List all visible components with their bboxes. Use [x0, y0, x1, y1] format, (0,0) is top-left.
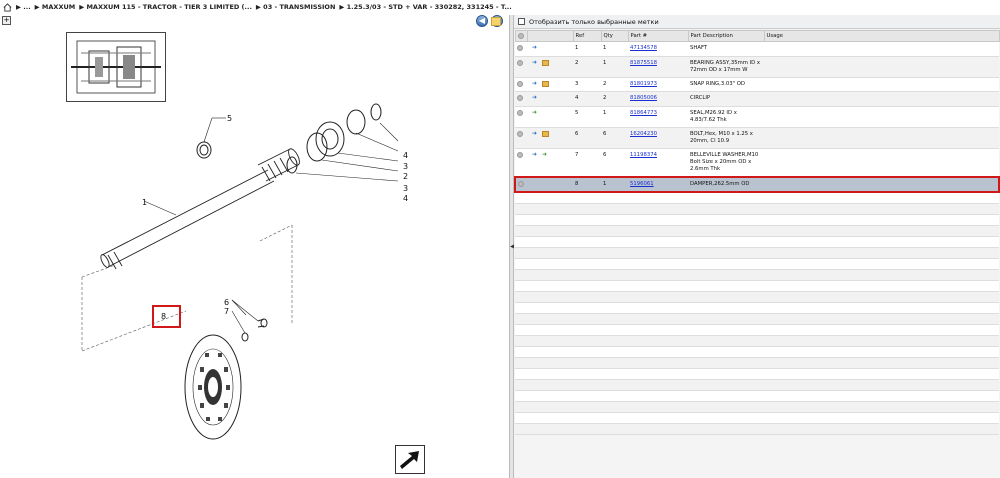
- usage-cell: [764, 41, 999, 57]
- callout-label: 3: [403, 184, 408, 193]
- breadcrumb-item[interactable]: ▶ 03 - TRANSMISSION: [256, 3, 335, 11]
- qty-cell: 6: [601, 127, 628, 149]
- description-cell: DAMPER,262.5mm OD: [688, 175, 764, 193]
- description-cell: SEAL,M26.92 ID x 4.83/7.62 Thk: [688, 106, 764, 128]
- part-number-link[interactable]: 81801973: [630, 81, 657, 87]
- usage-cell: [764, 175, 1000, 193]
- description-cell: BEARING ASSY,35mm ID x 72mm OD x 17mm W: [688, 56, 764, 78]
- breadcrumb: ▶ ... ▶ MAXXUM ▶ MAXXUM 115 - TRACTOR - …: [0, 0, 1000, 14]
- arrow-icon: ➜: [532, 94, 538, 101]
- col-description[interactable]: Part Description: [687, 30, 765, 42]
- select-all-header[interactable]: [514, 30, 528, 42]
- add-icon[interactable]: [517, 95, 523, 101]
- ref-cell: 4: [573, 91, 601, 107]
- arrow-icon: ➜: [532, 150, 538, 158]
- qty-cell: 6: [601, 148, 628, 177]
- breadcrumb-item[interactable]: ▶ 1.25.3/03 - STD + VAR - 330282, 331245…: [339, 3, 511, 11]
- table-row[interactable]: ➜ 2 1 81875518 BEARING ASSY,35mm ID x 72…: [515, 56, 999, 78]
- ref-cell: 2: [573, 56, 601, 78]
- col-ref[interactable]: Ref: [572, 30, 602, 42]
- filter-label: Отобразить только выбранные метки: [529, 17, 659, 26]
- part-number-link[interactable]: 11198374: [630, 152, 657, 158]
- usage-cell: [764, 91, 999, 107]
- filter-checkbox[interactable]: [518, 18, 525, 25]
- arrow-icon: ➜: [532, 79, 538, 87]
- arrow-icon: ➜: [532, 44, 538, 51]
- ref-cell: 6: [573, 127, 601, 149]
- table-row[interactable]: ➜ 1 1 47134578 SHAFT: [515, 41, 999, 57]
- qty-cell: 1: [601, 106, 628, 128]
- table-row[interactable]: ➜ ➜ 7 6 11198374 BELLEVILLE WASHER,M10 Bo…: [515, 148, 999, 177]
- col-usage[interactable]: Usage: [763, 30, 1000, 42]
- qty-cell: 2: [601, 91, 628, 107]
- add-icon[interactable]: [517, 80, 523, 87]
- ref-cell: 5: [573, 106, 601, 128]
- description-cell: CIRCLIP: [688, 91, 764, 107]
- qty-cell: 1: [601, 56, 628, 78]
- ref-cell: 8: [573, 175, 601, 193]
- callout-label: 3: [403, 162, 408, 171]
- part-number-link[interactable]: 81875518: [630, 60, 657, 66]
- callout-label: 1: [142, 198, 147, 207]
- callout-label: 2: [403, 172, 408, 181]
- usage-cell: [764, 56, 999, 78]
- description-cell: BOLT,Hex, M10 x 1.25 x 20mm, Cl 10.9: [688, 127, 764, 149]
- table-row[interactable]: ➜ 6 6 16204230 BOLT,Hex, M10 x 1.25 x 20…: [515, 127, 999, 149]
- part-number-link[interactable]: 81864773: [630, 110, 657, 116]
- next-page-arrow-icon[interactable]: [395, 445, 425, 474]
- ref-cell: 1: [573, 41, 601, 57]
- diagram-panel: + 1 2 3 4 5 3 4 6 7 8: [0, 15, 509, 478]
- package-icon: [542, 80, 549, 87]
- col-qty[interactable]: Qty: [600, 30, 629, 42]
- arrow-icon: ➜: [532, 129, 538, 137]
- callout-8-highlight[interactable]: [152, 305, 181, 328]
- breadcrumb-item[interactable]: ▶ MAXXUM: [35, 3, 76, 11]
- parts-table: Ref Qty Part # Part Description Usage ➜ …: [514, 30, 1000, 435]
- qty-cell: 1: [601, 175, 628, 193]
- breadcrumb-item[interactable]: ▶ MAXXUM 115 - TRACTOR - TIER 3 LIMITED …: [79, 3, 252, 11]
- package-icon: [542, 130, 549, 137]
- ref-cell: 7: [573, 148, 601, 177]
- qty-cell: 1: [601, 41, 628, 57]
- usage-cell: [764, 77, 999, 92]
- callout-label: 4: [403, 151, 408, 160]
- green-arrow-icon: ➜: [532, 108, 538, 116]
- qty-cell: 2: [601, 77, 628, 92]
- table-row[interactable]: ➜ 3 2 81801973 SNAP RING,3.03" OD: [515, 77, 999, 92]
- col-part[interactable]: Part #: [627, 30, 689, 42]
- callout-label: 6: [224, 298, 229, 307]
- table-row[interactable]: ➜ 5 1 81864773 SEAL,M26.92 ID x 4.83/7.6…: [515, 106, 999, 128]
- usage-cell: [764, 148, 999, 177]
- callout-label: 7: [224, 307, 229, 316]
- green-arrow-icon: ➜: [542, 150, 548, 158]
- part-number-link[interactable]: 16204230: [630, 131, 657, 137]
- description-cell: BELLEVILLE WASHER,M10 Bolt Size x 20mm O…: [688, 148, 764, 177]
- home-icon[interactable]: [3, 2, 12, 12]
- add-icon[interactable]: [518, 180, 524, 187]
- table-row-selected[interactable]: 8 1 5196061 DAMPER,262.5mm OD: [514, 175, 1000, 193]
- exploded-diagram: 1 2 3 4 5 3 4 6 7 8: [81, 103, 408, 440]
- part-number-link[interactable]: 81805006: [630, 95, 657, 101]
- description-cell: SNAP RING,3.03" OD: [688, 77, 764, 92]
- add-icon[interactable]: [517, 45, 523, 51]
- ref-cell: 3: [573, 77, 601, 92]
- package-icon: [542, 59, 549, 66]
- add-icon[interactable]: [517, 109, 523, 116]
- parts-panel: Отобразить только выбранные метки Ref Qt…: [514, 15, 1000, 478]
- part-number-link[interactable]: 5196061: [630, 181, 654, 187]
- add-icon[interactable]: [517, 151, 523, 158]
- add-icon[interactable]: [517, 59, 523, 66]
- arrow-icon: ➜: [532, 58, 538, 66]
- usage-cell: [764, 127, 999, 149]
- description-cell: SHAFT: [688, 41, 764, 57]
- callout-label: 5: [227, 114, 232, 123]
- filter-bar: Отобразить только выбранные метки: [514, 15, 1000, 29]
- callout-label: 4: [403, 194, 408, 203]
- table-row[interactable]: ➜ 4 2 81805006 CIRCLIP: [515, 91, 999, 107]
- breadcrumb-item[interactable]: ▶ ...: [16, 3, 31, 11]
- part-number-link[interactable]: 47134578: [630, 45, 657, 51]
- add-icon[interactable]: [517, 130, 523, 137]
- usage-cell: [764, 106, 999, 128]
